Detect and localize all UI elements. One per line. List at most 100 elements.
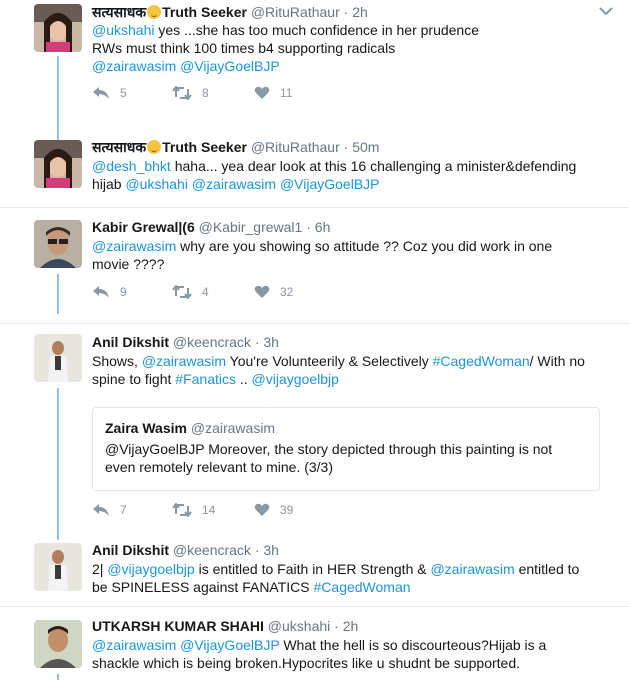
- name-suffix: Truth Seeker: [162, 139, 247, 155]
- display-name[interactable]: Anil Dikshit: [92, 334, 169, 350]
- separator-dot: ·: [334, 618, 339, 634]
- avatar[interactable]: [34, 140, 82, 188]
- text: @VijayGoelBJP Moreover, the story depict…: [105, 441, 553, 457]
- mention-link[interactable]: @vijaygoelbjp: [252, 371, 339, 387]
- text: is entitled to Faith in HER Strength &: [194, 561, 431, 577]
- mention-link[interactable]: @zairawasim: [92, 58, 176, 74]
- thread-line: [57, 388, 59, 540]
- timestamp[interactable]: 2h: [352, 4, 368, 20]
- handle[interactable]: @ukshahi: [268, 618, 330, 634]
- reply-icon: [93, 504, 109, 516]
- handle[interactable]: @keencrack: [173, 542, 251, 558]
- reply-button[interactable]: 9: [92, 285, 127, 299]
- heart-icon: [254, 285, 270, 298]
- like-button[interactable]: 32: [254, 285, 293, 299]
- avatar[interactable]: [34, 4, 82, 52]
- mention-link[interactable]: @desh_bhkt: [92, 158, 171, 174]
- retweet-count: 8: [202, 86, 209, 100]
- text: / With no: [529, 353, 585, 369]
- handle[interactable]: @RituRathaur: [251, 139, 340, 155]
- display-name[interactable]: Anil Dikshit: [92, 542, 169, 558]
- tweet-text: @ukshahi yes ...she has too much confide…: [92, 21, 612, 75]
- mention-link[interactable]: @VijayGoelBJP: [280, 176, 380, 192]
- divider: [0, 606, 629, 607]
- avatar[interactable]: [34, 620, 82, 668]
- display-name[interactable]: UTKARSH KUMAR SHAHI: [92, 618, 264, 634]
- mention-link[interactable]: @zairawasim: [430, 561, 514, 577]
- retweet-button[interactable]: 8: [172, 86, 209, 100]
- text: What the hell is so discourteous?Hijab i…: [279, 637, 547, 653]
- text: haha... yea dear look at this 16 challen…: [170, 158, 577, 174]
- timestamp[interactable]: 6h: [315, 219, 331, 235]
- like-count: 11: [280, 86, 293, 100]
- thread-line: [57, 674, 59, 680]
- mention-link[interactable]: @ukshahi: [92, 22, 154, 38]
- reply-icon: [93, 286, 109, 298]
- thread-line: [57, 274, 59, 314]
- like-button[interactable]: 11: [254, 86, 292, 100]
- tweet-header: Anil Dikshit @keencrack · 3h: [92, 333, 279, 351]
- reply-icon: [93, 87, 109, 99]
- handle[interactable]: @RituRathaur: [251, 4, 340, 20]
- tweet-text: @desh_bhkt haha... yea dear look at this…: [92, 157, 612, 193]
- quoted-display-name: Zaira Wasim: [105, 420, 187, 436]
- mention-link[interactable]: @zairawasim: [192, 176, 276, 192]
- divider: [0, 207, 629, 208]
- hashtag-link[interactable]: #Fanatics: [175, 371, 236, 387]
- heart-icon: [254, 86, 270, 99]
- like-count: 32: [280, 285, 294, 299]
- timestamp[interactable]: 2h: [343, 618, 359, 634]
- timestamp[interactable]: 50m: [352, 139, 379, 155]
- separator-dot: ·: [254, 542, 260, 558]
- mention-link[interactable]: @ukshahi: [125, 176, 187, 192]
- tweet-text: @zairawasim @VijayGoelBJP What the hell …: [92, 636, 612, 672]
- retweet-button[interactable]: 14: [172, 503, 215, 517]
- handle[interactable]: @keencrack: [173, 334, 251, 350]
- reply-count: 7: [120, 503, 127, 517]
- mention-link[interactable]: @VijayGoelBJP: [180, 637, 279, 653]
- hashtag-link[interactable]: #CagedWoman: [433, 353, 530, 369]
- tweet-text: @zairawasim why are you showing so attit…: [92, 237, 612, 273]
- mention-link[interactable]: @zairawasim: [92, 637, 176, 653]
- retweet-count: 4: [202, 285, 209, 299]
- name-suffix: Truth Seeker: [162, 4, 247, 20]
- text: even remotely relevant to mine. (3/3): [105, 459, 333, 475]
- mention-link[interactable]: @VijayGoelBJP: [180, 58, 280, 74]
- tweet-header: Kabir Grewal|(6 @Kabir_grewal1 · 6h: [92, 218, 330, 236]
- avatar[interactable]: [34, 543, 82, 591]
- handle[interactable]: @Kabir_grewal1: [199, 219, 303, 235]
- text: RWs must think 100 times b4 supporting r…: [92, 40, 396, 56]
- avatar[interactable]: [34, 220, 82, 268]
- tweet-text: 2| @vijaygoelbjp is entitled to Faith in…: [92, 560, 612, 596]
- quoted-tweet[interactable]: Zaira Wasim @zairawasim @VijayGoelBJP Mo…: [92, 407, 600, 491]
- text: spine to fight: [92, 371, 176, 387]
- like-count: 39: [280, 503, 294, 517]
- reply-button[interactable]: 5: [92, 86, 127, 100]
- tweet-header: सत्यसाधक Truth Seeker @RituRathaur · 2h: [92, 3, 368, 21]
- reply-button[interactable]: 7: [92, 503, 127, 517]
- display-name[interactable]: Kabir Grewal|(6: [92, 219, 195, 235]
- display-name[interactable]: सत्यसाधक Truth Seeker: [92, 4, 247, 20]
- display-name[interactable]: सत्यसाधक Truth Seeker: [92, 139, 247, 155]
- avatar[interactable]: [34, 334, 82, 382]
- separator-dot: ·: [343, 4, 349, 20]
- retweet-count: 14: [202, 503, 216, 517]
- chevron-down-icon[interactable]: [599, 6, 613, 16]
- mention-link[interactable]: @vijaygoelbjp: [107, 561, 194, 577]
- text: You're Volunteerily & Selectively: [226, 353, 433, 369]
- smiling-face-icon: [147, 5, 162, 19]
- reply-count: 5: [120, 86, 127, 100]
- retweet-button[interactable]: 4: [172, 285, 209, 299]
- like-button[interactable]: 39: [254, 503, 293, 517]
- reply-count: 9: [120, 285, 127, 299]
- mention-link[interactable]: @zairawasim: [142, 353, 226, 369]
- text: be SPINELESS against FANATICS: [92, 579, 314, 595]
- timestamp[interactable]: 3h: [263, 542, 279, 558]
- text: shackle which is being broken.Hypocrites…: [92, 655, 521, 671]
- divider: [0, 323, 629, 324]
- mention-link[interactable]: @zairawasim: [92, 238, 176, 254]
- separator-dot: ·: [254, 334, 260, 350]
- hashtag-link[interactable]: #CagedWoman: [314, 579, 411, 595]
- timestamp[interactable]: 3h: [263, 334, 279, 350]
- separator-dot: ·: [306, 219, 311, 235]
